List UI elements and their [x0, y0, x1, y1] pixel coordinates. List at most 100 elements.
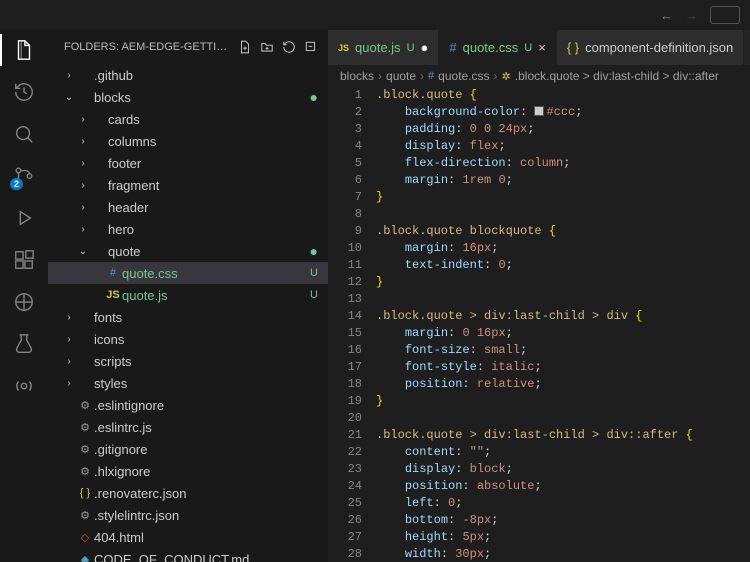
- tree-item-label: footer: [108, 156, 318, 171]
- git-status: U: [407, 42, 415, 54]
- file-row[interactable]: #quote.css U: [48, 262, 328, 284]
- close-icon[interactable]: ×: [538, 40, 546, 55]
- chevron-icon: ›: [76, 224, 90, 235]
- breadcrumb-item[interactable]: .block.quote > div:last-child > div::aft…: [515, 69, 719, 83]
- dirty-dot-icon: ●: [421, 40, 429, 55]
- folder-row[interactable]: ⌄ blocks ●: [48, 86, 328, 108]
- folder-row[interactable]: ›fragment: [48, 174, 328, 196]
- color-swatch: [534, 106, 544, 116]
- tab-label: quote.js: [355, 40, 401, 55]
- git-status: U: [524, 42, 532, 54]
- tree-item-label: .gitignore: [94, 442, 318, 457]
- folder-row[interactable]: ⌄ quote ●: [48, 240, 328, 262]
- tree-item-label: blocks: [94, 90, 306, 105]
- source-control-icon[interactable]: 2: [12, 164, 36, 188]
- new-folder-icon[interactable]: [258, 38, 276, 56]
- file-row[interactable]: ⚙.gitignore: [48, 438, 328, 460]
- file-row[interactable]: ⚙.eslintignore: [48, 394, 328, 416]
- titlebar: ← →: [0, 0, 750, 30]
- refresh-icon[interactable]: [280, 38, 298, 56]
- live-icon[interactable]: [12, 374, 36, 398]
- chevron-right-icon: ›: [494, 69, 498, 83]
- chevron-icon: ›: [76, 180, 90, 191]
- breadcrumbs[interactable]: blocks› quote›# quote.css›✲ .block.quote…: [328, 65, 750, 87]
- tree-item-label: header: [108, 200, 318, 215]
- new-file-icon[interactable]: [236, 38, 254, 56]
- json-file-icon: { }: [76, 487, 94, 499]
- tree-item-label: .eslintrc.js: [94, 420, 318, 435]
- git-modified-dot: ●: [310, 247, 318, 255]
- chevron-icon: ›: [62, 70, 76, 81]
- file-row[interactable]: ⚙.stylelintrc.json: [48, 504, 328, 526]
- editor-tabs: JSquote.jsU●#quote.cssU×{ }component-def…: [328, 30, 750, 65]
- tree-item-label: icons: [94, 332, 318, 347]
- html-file-icon: ◇: [76, 531, 94, 544]
- file-row[interactable]: ⚙.eslintrc.js: [48, 416, 328, 438]
- tree-item-label: quote.css: [122, 266, 306, 281]
- scm-badge: 2: [10, 178, 23, 190]
- css-file-icon: #: [449, 40, 456, 55]
- folder-row[interactable]: › footer: [48, 152, 328, 174]
- git-modified-dot: ●: [310, 93, 318, 101]
- tree-item-label: fonts: [94, 310, 318, 325]
- json-file-icon: { }: [567, 40, 579, 55]
- code-content[interactable]: .block.quote { background-color: #ccc; p…: [376, 87, 750, 562]
- css-file-icon: #: [104, 267, 122, 279]
- testing-icon[interactable]: [12, 332, 36, 356]
- git-status: U: [310, 267, 318, 279]
- run-debug-icon[interactable]: [12, 206, 36, 230]
- tree-item-label: .hlxignore: [94, 464, 318, 479]
- chevron-icon: ⌄: [76, 246, 90, 257]
- folder-row[interactable]: ›header: [48, 196, 328, 218]
- file-row[interactable]: ◆CODE_OF_CONDUCT.md: [48, 548, 328, 562]
- folder-row[interactable]: ›.github: [48, 64, 328, 86]
- folder-row[interactable]: ›scripts: [48, 350, 328, 372]
- file-row[interactable]: ◇404.html: [48, 526, 328, 548]
- chevron-icon: ⌄: [62, 92, 76, 103]
- chevron-icon: ›: [76, 158, 90, 169]
- layout-toggle-icon[interactable]: [710, 6, 740, 24]
- editor-tab[interactable]: JSquote.jsU●: [328, 30, 439, 65]
- folder-row[interactable]: ›cards: [48, 108, 328, 130]
- chevron-right-icon: ›: [420, 69, 424, 83]
- activity-bar: 2: [0, 30, 48, 562]
- tree-item-label: .stylelintrc.json: [94, 508, 318, 523]
- search-icon[interactable]: [12, 122, 36, 146]
- tab-label: component-definition.json: [585, 40, 733, 55]
- tree-item-label: quote.js: [122, 288, 306, 303]
- tree-item-label: quote: [108, 244, 306, 259]
- tree-item-label: CODE_OF_CONDUCT.md: [94, 552, 318, 562]
- file-row[interactable]: { }.renovaterc.json: [48, 482, 328, 504]
- md-file-icon: ◆: [76, 553, 94, 562]
- timeline-icon[interactable]: [12, 80, 36, 104]
- remote-icon[interactable]: [12, 290, 36, 314]
- tree-item-label: .eslintignore: [94, 398, 318, 413]
- collapse-all-icon[interactable]: [302, 38, 320, 56]
- breadcrumb-item[interactable]: quote.css: [438, 69, 489, 83]
- folder-row[interactable]: › icons: [48, 328, 328, 350]
- chevron-icon: ›: [76, 136, 90, 147]
- file-tree[interactable]: ›.github⌄blocks●›cards›columns›footer›fr…: [48, 64, 328, 562]
- file-row[interactable]: JSquote.jsU: [48, 284, 328, 306]
- chevron-icon: ›: [76, 114, 90, 125]
- code-editor[interactable]: 1234567891011121314151617181920212223242…: [328, 87, 750, 562]
- breadcrumb-item[interactable]: quote: [386, 69, 416, 83]
- extensions-icon[interactable]: [12, 248, 36, 272]
- chevron-icon: ›: [62, 334, 76, 345]
- js-file-icon: JS: [104, 289, 122, 301]
- nav-forward-icon[interactable]: →: [685, 8, 698, 23]
- folder-row[interactable]: ›styles: [48, 372, 328, 394]
- tree-item-label: columns: [108, 134, 318, 149]
- line-gutter: 1234567891011121314151617181920212223242…: [328, 87, 376, 562]
- folder-row[interactable]: › fonts: [48, 306, 328, 328]
- editor-tab[interactable]: { } component-definition.json: [557, 30, 744, 65]
- explorer-icon[interactable]: [12, 38, 36, 62]
- nav-back-icon[interactable]: ←: [660, 8, 673, 23]
- editor-tab[interactable]: #quote.cssU×: [439, 30, 556, 65]
- folder-row[interactable]: › columns: [48, 130, 328, 152]
- chevron-icon: ›: [62, 312, 76, 323]
- breadcrumb-item[interactable]: blocks: [340, 69, 374, 83]
- folder-row[interactable]: ›hero: [48, 218, 328, 240]
- chevron-icon: ›: [62, 356, 76, 367]
- file-row[interactable]: ⚙.hlxignore: [48, 460, 328, 482]
